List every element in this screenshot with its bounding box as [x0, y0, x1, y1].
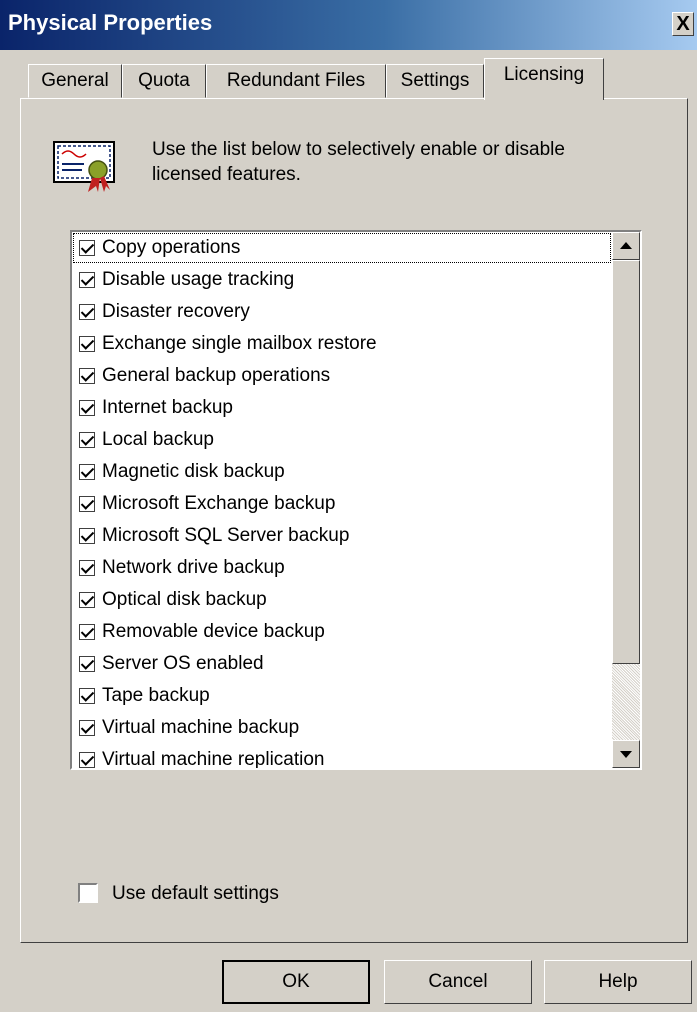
feature-checkbox[interactable] [79, 592, 95, 608]
feature-checkbox[interactable] [79, 240, 95, 256]
feature-item-optical-disk-backup[interactable]: Optical disk backup [72, 584, 612, 616]
feature-label: Exchange single mailbox restore [102, 333, 377, 354]
arrow-up-icon [620, 242, 632, 249]
feature-item-microsoft-sql-server-backup[interactable]: Microsoft SQL Server backup [72, 520, 612, 552]
feature-item-magnetic-disk-backup[interactable]: Magnetic disk backup [72, 456, 612, 488]
tab-settings[interactable]: Settings [386, 64, 484, 98]
feature-label: Virtual machine backup [102, 717, 300, 738]
feature-checkbox[interactable] [79, 368, 95, 384]
feature-label: Copy operations [102, 237, 241, 258]
cancel-button[interactable]: Cancel [384, 960, 532, 1004]
feature-label: Local backup [102, 429, 214, 450]
feature-item-network-drive-backup[interactable]: Network drive backup [72, 552, 612, 584]
tab-general[interactable]: General [28, 64, 122, 98]
feature-label: Tape backup [102, 685, 210, 706]
feature-checkbox[interactable] [79, 560, 95, 576]
tab-quota[interactable]: Quota [122, 64, 206, 98]
scroll-up-button[interactable] [612, 232, 640, 260]
licensing-description: Use the list below to selectively enable… [152, 139, 565, 185]
scroll-down-button[interactable] [612, 740, 640, 768]
help-button[interactable]: Help [544, 960, 692, 1004]
features-listbox[interactable]: Copy operations Disable usage tracking D… [70, 230, 642, 770]
window-title: Physical Properties [8, 10, 213, 35]
feature-checkbox[interactable] [79, 400, 95, 416]
feature-label: Optical disk backup [102, 589, 267, 610]
scroll-thumb[interactable] [612, 260, 640, 664]
features-list: Copy operations Disable usage tracking D… [72, 232, 612, 770]
feature-checkbox[interactable] [79, 688, 95, 704]
list-scrollbar[interactable] [612, 232, 640, 768]
use-default-settings-label: Use default settings [112, 883, 279, 904]
feature-label: General backup operations [102, 365, 331, 386]
feature-item-disaster-recovery[interactable]: Disaster recovery [72, 296, 612, 328]
feature-checkbox[interactable] [79, 752, 95, 768]
feature-label: Internet backup [102, 397, 233, 418]
feature-checkbox[interactable] [79, 496, 95, 512]
feature-item-copy-operations[interactable]: Copy operations [72, 232, 612, 264]
feature-label: Disaster recovery [102, 301, 250, 322]
feature-checkbox[interactable] [79, 432, 95, 448]
ok-button[interactable]: OK [222, 960, 370, 1004]
feature-checkbox[interactable] [79, 336, 95, 352]
tab-licensing[interactable]: Licensing [484, 58, 604, 100]
close-button[interactable]: X [672, 12, 694, 36]
arrow-down-icon [620, 751, 632, 758]
feature-checkbox[interactable] [79, 304, 95, 320]
feature-checkbox[interactable] [79, 624, 95, 640]
feature-item-local-backup[interactable]: Local backup [72, 424, 612, 456]
feature-item-general-backup-operations[interactable]: General backup operations [72, 360, 612, 392]
feature-item-internet-backup[interactable]: Internet backup [72, 392, 612, 424]
certificate-icon [53, 141, 115, 192]
feature-checkbox[interactable] [79, 720, 95, 736]
title-bar[interactable]: Physical Properties X [0, 0, 697, 50]
feature-item-disable-usage-tracking[interactable]: Disable usage tracking [72, 264, 612, 296]
feature-item-tape-backup[interactable]: Tape backup [72, 680, 612, 712]
feature-item-virtual-machine-replication[interactable]: Virtual machine replication [72, 744, 612, 770]
feature-item-virtual-machine-backup[interactable]: Virtual machine backup [72, 712, 612, 744]
feature-checkbox[interactable] [79, 656, 95, 672]
feature-label: Virtual machine replication [102, 749, 325, 770]
feature-item-removable-device-backup[interactable]: Removable device backup [72, 616, 612, 648]
feature-label: Magnetic disk backup [102, 461, 285, 482]
feature-item-server-os-enabled[interactable]: Server OS enabled [72, 648, 612, 680]
feature-label: Removable device backup [102, 621, 325, 642]
tab-redundant-files[interactable]: Redundant Files [206, 64, 386, 98]
use-default-settings-checkbox[interactable] [78, 883, 98, 903]
feature-label: Disable usage tracking [102, 269, 295, 290]
feature-checkbox[interactable] [79, 464, 95, 480]
feature-label: Server OS enabled [102, 653, 264, 674]
feature-label: Microsoft Exchange backup [102, 493, 336, 514]
feature-item-exchange-single-mailbox-restore[interactable]: Exchange single mailbox restore [72, 328, 612, 360]
feature-checkbox[interactable] [79, 528, 95, 544]
feature-checkbox[interactable] [79, 272, 95, 288]
feature-label: Network drive backup [102, 557, 285, 578]
feature-item-microsoft-exchange-backup[interactable]: Microsoft Exchange backup [72, 488, 612, 520]
feature-label: Microsoft SQL Server backup [102, 525, 350, 546]
